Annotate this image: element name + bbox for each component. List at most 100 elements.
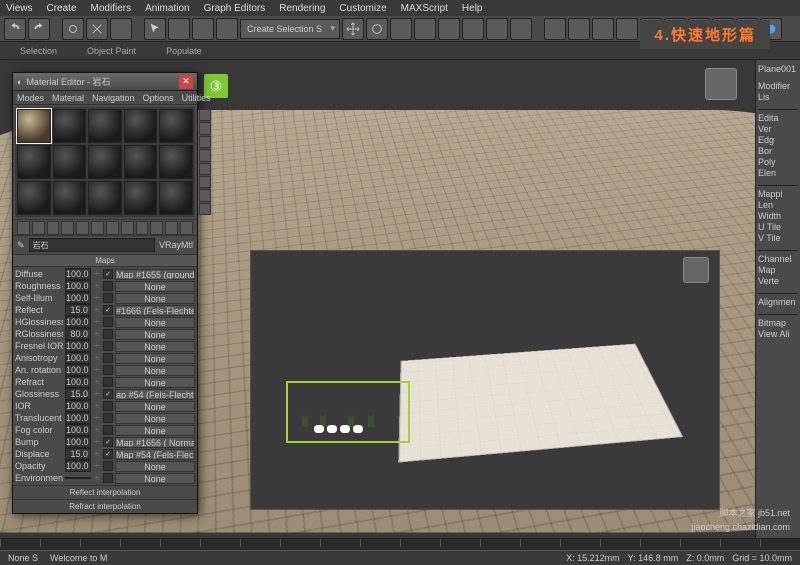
material-slot[interactable] bbox=[88, 109, 122, 143]
spinner-icon[interactable]: ÷ bbox=[93, 329, 101, 339]
spinner-icon[interactable]: ÷ bbox=[93, 269, 101, 279]
map-enable-checkbox[interactable] bbox=[103, 329, 113, 339]
map-amount-field[interactable]: 100.0 bbox=[65, 364, 91, 376]
go-parent-button[interactable] bbox=[165, 221, 178, 235]
map-amount-field[interactable]: 100.0 bbox=[65, 292, 91, 304]
angle-snap-button[interactable] bbox=[462, 18, 484, 40]
material-name-field[interactable] bbox=[29, 238, 155, 252]
map-amount-field[interactable]: 15.0 bbox=[65, 388, 91, 400]
material-slot[interactable] bbox=[88, 181, 122, 215]
map-slot-button[interactable]: None bbox=[115, 425, 195, 436]
menu-maxscript[interactable]: MAXScript bbox=[401, 3, 448, 14]
material-editor-window[interactable]: ◐ Material Editor - 岩石 ✕ Modes Material … bbox=[12, 72, 198, 514]
map-enable-checkbox[interactable] bbox=[103, 293, 113, 303]
coord-x[interactable]: X: 15.212mm bbox=[566, 553, 620, 563]
material-slot[interactable] bbox=[17, 109, 51, 143]
maps-rollout-header[interactable]: Maps bbox=[13, 254, 197, 267]
spinner-icon[interactable]: ÷ bbox=[93, 425, 101, 435]
put-to-lib-button[interactable] bbox=[106, 221, 119, 235]
map-enable-checkbox[interactable] bbox=[103, 281, 113, 291]
me-menu-modes[interactable]: Modes bbox=[17, 93, 44, 103]
map-slot-button[interactable]: None bbox=[115, 317, 195, 328]
param-length[interactable]: Len bbox=[758, 200, 798, 211]
view-align-button[interactable]: View Ali bbox=[758, 329, 798, 340]
link-button[interactable] bbox=[62, 18, 84, 40]
get-material-button[interactable] bbox=[17, 221, 30, 235]
subobj-vertex[interactable]: Ver bbox=[758, 124, 798, 135]
map-amount-field[interactable]: 100.0 bbox=[65, 352, 91, 364]
spinner-icon[interactable]: ÷ bbox=[93, 365, 101, 375]
tab-selection[interactable]: Selection bbox=[20, 46, 57, 56]
percent-snap-button[interactable] bbox=[486, 18, 508, 40]
map-slot-button[interactable]: None bbox=[115, 293, 195, 304]
channel-vertex[interactable]: Verte bbox=[758, 276, 798, 287]
subobj-element[interactable]: Elen bbox=[758, 168, 798, 179]
map-amount-field[interactable]: 15.0 bbox=[65, 448, 91, 460]
map-amount-field[interactable]: 100.0 bbox=[65, 340, 91, 352]
spinner-icon[interactable]: ÷ bbox=[93, 281, 101, 291]
backlight-button[interactable] bbox=[199, 122, 211, 134]
bitmap-fit-button[interactable]: Bitmap bbox=[758, 318, 798, 329]
map-enable-checkbox[interactable]: ✓ bbox=[103, 449, 113, 459]
me-menu-options[interactable]: Options bbox=[143, 93, 174, 103]
reflect-interp-rollout[interactable]: Reflect interpolation bbox=[13, 485, 197, 499]
pick-icon[interactable]: ✎ bbox=[17, 240, 25, 251]
put-to-scene-button[interactable] bbox=[32, 221, 45, 235]
map-slot-button[interactable]: ap #54 (Fels-Flechten-Specular.jpg) bbox=[115, 389, 195, 400]
map-enable-checkbox[interactable]: ✓ bbox=[103, 437, 113, 447]
options-button[interactable] bbox=[199, 189, 211, 201]
modifier-list-dropdown[interactable]: Modifier Lis bbox=[758, 81, 798, 103]
map-enable-checkbox[interactable]: ✓ bbox=[103, 305, 113, 315]
map-slot-button[interactable]: None bbox=[115, 401, 195, 412]
map-enable-checkbox[interactable] bbox=[103, 473, 113, 483]
select-button[interactable] bbox=[144, 18, 166, 40]
map-slot-button[interactable]: None bbox=[115, 473, 195, 484]
select-name-button[interactable] bbox=[168, 18, 190, 40]
menu-customize[interactable]: Customize bbox=[339, 3, 386, 14]
video-check-button[interactable] bbox=[199, 163, 211, 175]
tab-populate[interactable]: Populate bbox=[166, 46, 202, 56]
param-width[interactable]: Width bbox=[758, 211, 798, 222]
map-enable-checkbox[interactable] bbox=[103, 425, 113, 435]
modifier-item[interactable]: Edita bbox=[758, 113, 798, 124]
material-slot[interactable] bbox=[17, 145, 51, 179]
sample-type-button[interactable] bbox=[199, 109, 211, 121]
map-slot-button[interactable]: None bbox=[115, 329, 195, 340]
map-amount-field[interactable]: 100.0 bbox=[65, 376, 91, 388]
spinner-icon[interactable]: ÷ bbox=[93, 389, 101, 399]
time-slider[interactable] bbox=[0, 539, 800, 551]
map-slot-button[interactable]: Map #1655 (ground.jpg) bbox=[115, 269, 195, 280]
tab-object-paint[interactable]: Object Paint bbox=[87, 46, 136, 56]
layers-button[interactable] bbox=[616, 18, 638, 40]
spinner-icon[interactable]: ÷ bbox=[93, 461, 101, 471]
subobj-edge[interactable]: Edg bbox=[758, 135, 798, 146]
map-amount-field[interactable]: 100.0 bbox=[65, 460, 91, 472]
refract-interp-rollout[interactable]: Refract interpolation bbox=[13, 499, 197, 513]
viewcube-inset[interactable] bbox=[683, 257, 709, 283]
material-type-label[interactable]: VRayMtl bbox=[159, 240, 193, 250]
map-slot-button[interactable]: None bbox=[115, 341, 195, 352]
coord-y[interactable]: Y: 146.8 mm bbox=[628, 553, 679, 563]
spinner-snap-button[interactable] bbox=[510, 18, 532, 40]
rotate-button[interactable] bbox=[366, 18, 388, 40]
viewcube[interactable] bbox=[705, 68, 737, 100]
map-amount-field[interactable]: 15.0 bbox=[65, 304, 91, 316]
selection-filter-dropdown[interactable]: Create Selection S bbox=[240, 19, 340, 39]
spinner-icon[interactable]: ÷ bbox=[93, 317, 101, 327]
background-button[interactable] bbox=[199, 136, 211, 148]
menu-rendering[interactable]: Rendering bbox=[279, 3, 325, 14]
spinner-icon[interactable]: ÷ bbox=[93, 305, 101, 315]
undo-button[interactable] bbox=[4, 18, 26, 40]
map-enable-checkbox[interactable]: ✓ bbox=[103, 389, 113, 399]
material-editor-titlebar[interactable]: ◐ Material Editor - 岩石 ✕ bbox=[13, 73, 197, 91]
map-slot-button[interactable]: None bbox=[115, 353, 195, 364]
channel-map[interactable]: Map bbox=[758, 265, 798, 276]
named-sel-button[interactable] bbox=[544, 18, 566, 40]
me-menu-material[interactable]: Material bbox=[52, 93, 84, 103]
mirror-button[interactable] bbox=[568, 18, 590, 40]
map-slot-button[interactable]: None bbox=[115, 365, 195, 376]
make-copy-button[interactable] bbox=[76, 221, 89, 235]
map-amount-field[interactable]: 100.0 bbox=[65, 424, 91, 436]
material-slot[interactable] bbox=[53, 145, 87, 179]
map-enable-checkbox[interactable] bbox=[103, 401, 113, 411]
